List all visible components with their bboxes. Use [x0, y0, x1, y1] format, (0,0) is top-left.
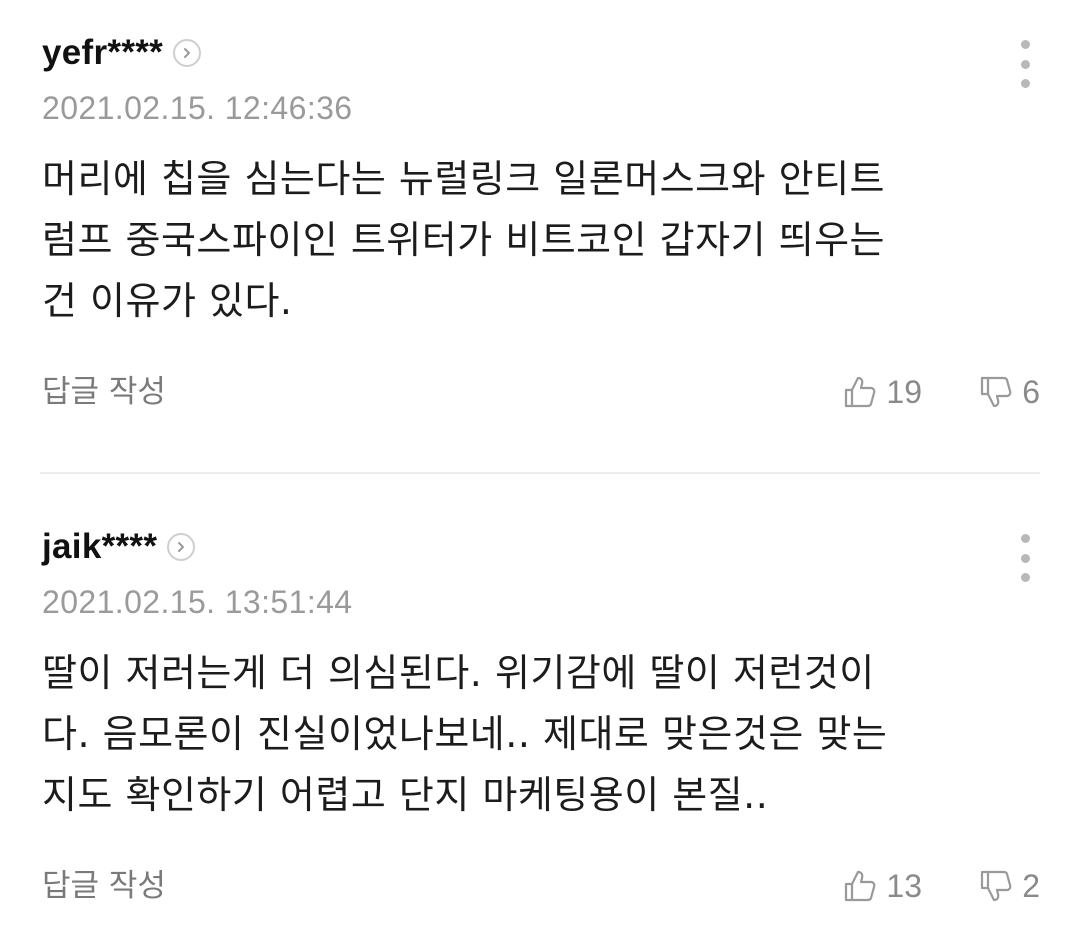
comment-body-line: 다. 음모론이 진실이었나보네.. 제대로 맞은것은 맞는: [42, 712, 888, 756]
more-options-icon[interactable]: [1014, 40, 1036, 88]
dislike-count: 6: [1022, 373, 1040, 410]
comment-body-line: 건 이유가 있다.: [42, 279, 293, 323]
dislike-button[interactable]: 2: [978, 861, 1040, 911]
reply-button[interactable]: 답글 작성: [42, 861, 166, 911]
comment-item: jaik**** 2021.02.15. 13:51:44 딸이 저러는게 더 …: [42, 522, 1042, 911]
thumbs-down-icon: [981, 376, 1012, 408]
dislike-button[interactable]: 6: [978, 367, 1040, 417]
like-button[interactable]: 13: [842, 861, 922, 911]
more-options-icon[interactable]: [1014, 534, 1036, 582]
comment-body-line: 머리에 칩을 심는다는 뉴럴링크 일론머스크와 안티트: [42, 157, 886, 201]
comment-username[interactable]: jaik****: [42, 527, 157, 567]
dislike-count: 2: [1022, 867, 1040, 904]
comment-body: 머리에 칩을 심는다는 뉴럴링크 일론머스크와 안티트 럼프 중국스파이인 트위…: [42, 149, 1037, 332]
profile-chevron-icon[interactable]: [173, 39, 202, 67]
like-count: 13: [886, 867, 922, 904]
chevron-right-icon: [184, 48, 191, 58]
comment-header: jaik****: [42, 522, 1042, 572]
comment-actions: 답글 작성 19 6: [42, 367, 1042, 417]
comment-header: yefr****: [42, 28, 1042, 78]
comment-timestamp: 2021.02.15. 13:51:44: [42, 584, 353, 620]
thumbs-down-icon: [981, 870, 1012, 902]
like-button[interactable]: 19: [842, 367, 922, 417]
comment-timestamp: 2021.02.15. 12:46:36: [42, 90, 353, 126]
comment-body: 딸이 저러는게 더 의심된다. 위기감에 딸이 저런것이 다. 음모론이 진실이…: [42, 643, 1037, 826]
thumbs-up-icon: [845, 870, 876, 902]
thumbs-up-icon: [845, 376, 876, 408]
comment-username[interactable]: yefr****: [42, 33, 163, 73]
like-count: 19: [886, 373, 922, 410]
comment-body-line: 딸이 저러는게 더 의심된다. 위기감에 딸이 저런것이: [42, 651, 875, 695]
comment-body-line: 지도 확인하기 어렵고 단지 마케팅용이 본질..: [42, 773, 769, 817]
comment-divider: [40, 472, 1040, 474]
reply-button[interactable]: 답글 작성: [42, 367, 166, 417]
chevron-right-icon: [178, 542, 185, 552]
profile-chevron-icon[interactable]: [167, 533, 196, 561]
comment-body-line: 럼프 중국스파이인 트위터가 비트코인 갑자기 띄우는: [42, 218, 886, 262]
comment-actions: 답글 작성 13 2: [42, 861, 1042, 911]
comment-item: yefr**** 2021.02.15. 12:46:36 머리에 칩을 심는다…: [42, 28, 1042, 417]
